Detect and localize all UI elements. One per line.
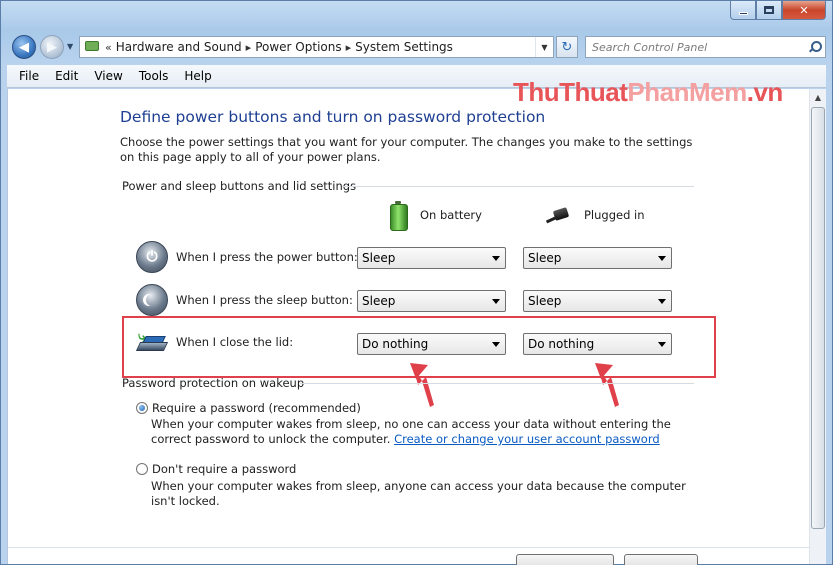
forward-button[interactable]: ▶ (40, 35, 64, 59)
no-password-description: When your computer wakes from sleep, any… (151, 479, 686, 508)
col-head-plugged: Plugged in (546, 206, 645, 224)
sleep-icon (136, 284, 168, 316)
scroll-up-arrow-icon[interactable]: ▲ (810, 89, 826, 106)
address-bar[interactable]: « Hardware and Sound ▸ Power Options ▸ S… (79, 36, 554, 58)
breadcrumb-hardware-and-sound[interactable]: Hardware and Sound (116, 40, 242, 54)
breadcrumb-separator-icon[interactable]: ▸ (246, 41, 252, 54)
window-caption-buttons: ✕ (730, 1, 826, 20)
save-changes-button[interactable] (516, 554, 614, 565)
radio-button[interactable] (136, 463, 148, 475)
chevron-down-icon (492, 255, 500, 261)
password-section-label: Password protection on wakeup (122, 376, 305, 390)
search-input[interactable] (592, 40, 792, 54)
radio-no-password[interactable]: Don't require a password (136, 462, 296, 476)
close-icon: ✕ (799, 3, 809, 17)
back-arrow-icon: ◀ (19, 39, 29, 55)
page-title: Define power buttons and turn on passwor… (120, 108, 546, 126)
col-plugged-label: Plugged in (584, 208, 645, 222)
footer-divider (8, 547, 809, 548)
chevron-down-icon (658, 298, 666, 304)
content-pane: ThuThuatPhanMem.vn ▲ Define power button… (7, 77, 826, 565)
search-box[interactable] (585, 36, 826, 58)
chevron-down-icon: ▼ (67, 42, 74, 51)
chevron-down-icon (492, 298, 500, 304)
scroll-thumb[interactable] (811, 107, 825, 529)
menu-file[interactable]: File (11, 69, 47, 83)
menu-tools[interactable]: Tools (131, 69, 177, 83)
sleep-button-battery-select[interactable]: Sleep (357, 290, 506, 312)
menu-help[interactable]: Help (176, 69, 219, 83)
annotation-arrow-icon (410, 363, 434, 407)
sleep-button-plugged-select[interactable]: Sleep (523, 290, 672, 312)
radio-require-password[interactable]: Require a password (recommended) (136, 401, 361, 415)
control-panel-window: ✕ ◀ ▶ ▼ « Hardware and Sound ▸ Power Opt… (0, 0, 833, 565)
page-description: Choose the power settings that you want … (120, 135, 693, 164)
radio-label[interactable]: Don't require a password (152, 462, 296, 476)
menu-view[interactable]: View (86, 69, 130, 83)
plug-icon (546, 206, 574, 224)
maximize-icon (764, 6, 774, 14)
battery-icon (390, 201, 408, 231)
radio-button-checked[interactable] (136, 402, 148, 414)
refresh-icon: ↻ (561, 39, 573, 55)
buttons-section-label: Power and sleep buttons and lid settings (122, 179, 357, 193)
chevron-down-icon: ▼ (541, 42, 548, 52)
control-panel-icon (83, 39, 101, 55)
power-button-plugged-select[interactable]: Sleep (523, 247, 672, 269)
section-divider (342, 186, 694, 187)
forward-arrow-icon: ▶ (47, 39, 57, 55)
minimize-icon (738, 11, 748, 15)
address-overflow[interactable]: « (105, 41, 112, 54)
row-sleep-button: When I press the sleep button: (136, 284, 353, 316)
radio-label[interactable]: Require a password (recommended) (152, 401, 361, 415)
watermark: ThuThuatPhanMem.vn (513, 77, 783, 107)
chevron-down-icon (658, 255, 666, 261)
row-label: When I press the sleep button: (176, 293, 353, 307)
row-label: When I press the power button: (176, 250, 358, 264)
recent-pages-button[interactable]: ▼ (67, 42, 73, 51)
address-dropdown-button[interactable]: ▼ (535, 37, 553, 57)
breadcrumb-separator-icon[interactable]: ▸ (346, 41, 352, 54)
breadcrumb-system-settings[interactable]: System Settings (355, 40, 453, 54)
search-icon[interactable] (809, 41, 822, 53)
col-head-battery: On battery (390, 201, 482, 231)
power-button-battery-select[interactable]: Sleep (357, 247, 506, 269)
refresh-button[interactable]: ↻ (556, 36, 578, 58)
breadcrumb-power-options[interactable]: Power Options (255, 40, 341, 54)
annotation-arrow-icon (595, 363, 619, 407)
section-divider (300, 383, 694, 384)
require-password-description: When your computer wakes from sleep, no … (151, 417, 671, 446)
vertical-scrollbar[interactable]: ▲ (809, 89, 826, 564)
change-password-link[interactable]: Create or change your user account passw… (394, 432, 660, 446)
maximize-button[interactable] (756, 1, 782, 20)
back-button[interactable]: ◀ (12, 35, 36, 59)
menu-edit[interactable]: Edit (47, 69, 86, 83)
cancel-button[interactable] (624, 554, 698, 565)
power-icon: ⏻ (136, 241, 168, 273)
minimize-button[interactable] (730, 1, 756, 20)
row-power-button: ⏻ When I press the power button: (136, 241, 358, 273)
col-battery-label: On battery (420, 208, 482, 222)
close-button[interactable]: ✕ (782, 1, 826, 20)
navigation-row: ◀ ▶ ▼ « Hardware and Sound ▸ Power Optio… (9, 33, 826, 61)
